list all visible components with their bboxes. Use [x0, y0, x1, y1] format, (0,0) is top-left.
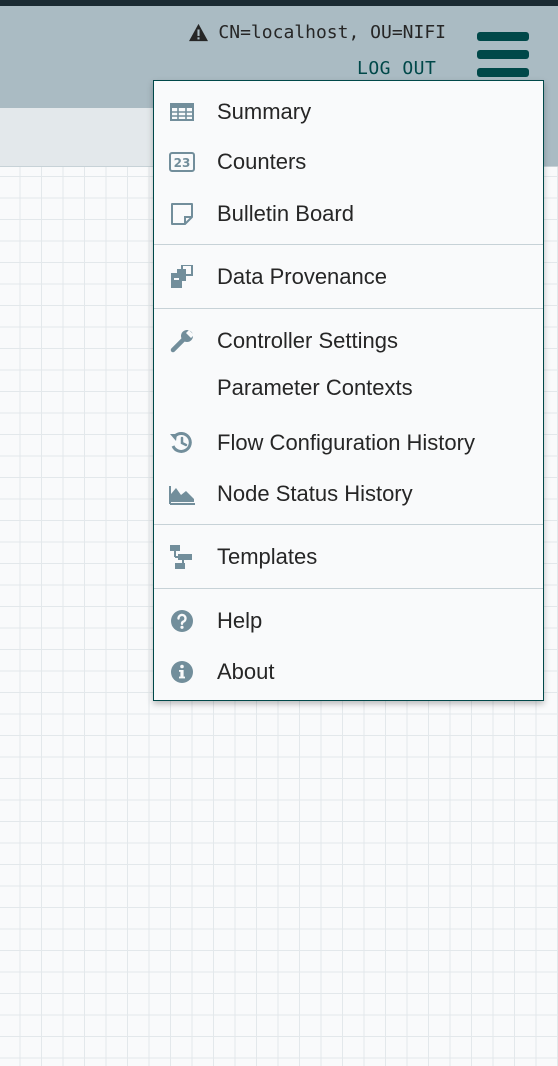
current-user: CN=localhost, OU=NIFI: [188, 22, 446, 43]
table-icon: [170, 103, 194, 121]
menu-divider: [154, 524, 543, 525]
menu-item-label: Summary: [217, 99, 312, 124]
menu-item-summary[interactable]: Summary: [154, 90, 543, 134]
hamburger-bar: [477, 50, 529, 59]
menu-item-flow-configuration-history[interactable]: Flow Configuration History: [154, 421, 543, 465]
menu-item-label: Controller Settings: [217, 328, 398, 353]
menu-item-templates[interactable]: Templates: [154, 535, 543, 579]
menu-item-bulletin-board[interactable]: Bulletin Board: [154, 192, 543, 236]
menu-item-label: Counters: [217, 149, 307, 174]
menu-item-counters[interactable]: 23 Counters: [154, 140, 543, 184]
question-circle-icon: [171, 610, 193, 632]
hamburger-bar: [477, 68, 529, 77]
area-chart-icon: [169, 486, 195, 505]
menu-item-label: Flow Configuration History: [217, 430, 475, 455]
menu-item-label: Parameter Contexts: [217, 375, 413, 400]
history-icon: [170, 431, 192, 453]
menu-item-label: Node Status History: [217, 481, 413, 506]
menu-item-label: About: [217, 659, 275, 684]
hamburger-bar: [477, 32, 529, 41]
templates-icon: [170, 545, 192, 569]
menu-item-node-status-history[interactable]: Node Status History: [154, 472, 543, 516]
menu-item-controller-settings[interactable]: Controller Settings: [154, 319, 543, 363]
counters-icon: 23: [169, 152, 195, 172]
wrench-icon: [170, 330, 194, 353]
menu-divider: [154, 244, 543, 245]
svg-text:23: 23: [174, 156, 191, 170]
menu-item-label: Templates: [217, 544, 318, 569]
menu-divider: [154, 308, 543, 309]
menu-item-parameter-contexts[interactable]: Parameter Contexts: [154, 366, 543, 410]
menu-item-label: Help: [217, 608, 263, 633]
logout-link[interactable]: LOG OUT: [357, 58, 436, 79]
menu-item-about[interactable]: About: [154, 650, 543, 694]
menu-divider: [154, 588, 543, 589]
info-circle-icon: [171, 661, 193, 683]
warning-icon: [189, 23, 209, 42]
menu-item-label: Bulletin Board: [217, 201, 354, 226]
menu-item-label: Data Provenance: [217, 264, 387, 289]
global-menu-button[interactable]: [477, 32, 529, 78]
user-identity: CN=localhost, OU=NIFI: [218, 22, 446, 43]
sticky-note-icon: [171, 203, 193, 225]
menu-item-data-provenance[interactable]: Data Provenance: [154, 255, 543, 299]
provenance-icon: [171, 265, 193, 288]
global-menu: Summary 23 Counters Bulletin Board Data …: [153, 80, 544, 701]
menu-item-help[interactable]: Help: [154, 599, 543, 643]
